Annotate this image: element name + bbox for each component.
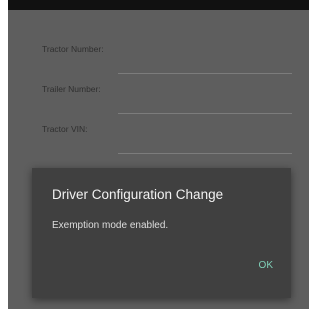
tractor-vin-field[interactable] xyxy=(118,153,292,154)
dialog-title: Driver Configuration Change xyxy=(52,187,224,202)
tractor-vin-label: Tractor VIN: xyxy=(42,124,88,134)
tractor-vin-row: Tractor VIN: xyxy=(42,124,292,154)
app-screen: Tractor Number: Trailer Number: Tractor … xyxy=(8,0,309,309)
trailer-number-label: Trailer Number: xyxy=(42,84,101,94)
trailer-number-field[interactable] xyxy=(118,113,292,114)
status-bar xyxy=(8,0,309,10)
ok-button[interactable]: OK xyxy=(255,258,277,273)
alert-dialog: Driver Configuration Change Exemption mo… xyxy=(32,168,291,298)
app-frame: Tractor Number: Trailer Number: Tractor … xyxy=(0,0,309,309)
tractor-number-label: Tractor Number: xyxy=(42,44,104,54)
dialog-message: Exemption mode enabled. xyxy=(52,220,169,231)
tractor-number-field[interactable] xyxy=(118,73,292,74)
trailer-number-row: Trailer Number: xyxy=(42,84,292,114)
tractor-number-row: Tractor Number: xyxy=(42,44,292,74)
